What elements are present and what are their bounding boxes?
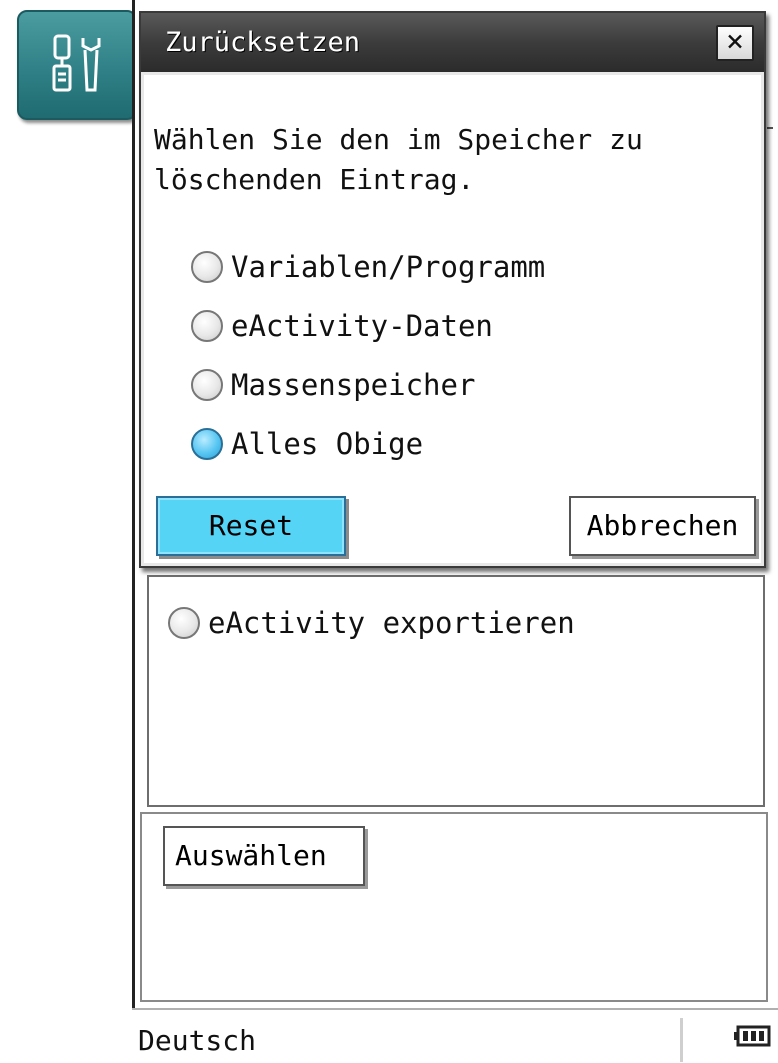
reset-dialog: Zurücksetzen × Wählen Sie den im Speiche… — [139, 11, 766, 568]
close-icon: × — [725, 24, 745, 59]
language-label: Deutsch — [138, 1024, 257, 1057]
option-radio-selected[interactable] — [191, 428, 223, 460]
tools-icon — [52, 34, 101, 92]
cancel-button[interactable]: Abbrechen — [569, 496, 756, 556]
export-option[interactable]: eActivity exportieren — [168, 605, 575, 641]
reset-button[interactable]: Reset — [156, 496, 346, 556]
option-all-above[interactable]: Alles Obige — [191, 424, 423, 464]
option-label: Alles Obige — [231, 427, 424, 461]
option-eactivity-data[interactable]: eActivity-Daten — [191, 306, 493, 346]
option-variables-program[interactable]: Variablen/Programm — [191, 247, 545, 287]
export-option-label: eActivity exportieren — [208, 606, 575, 640]
option-label: Variablen/Programm — [231, 250, 546, 284]
dialog-title: Zurücksetzen — [165, 27, 361, 58]
dialog-title-bar: Zurücksetzen — [141, 13, 764, 72]
dialog-prompt: Wählen Sie den im Speicher zu löschenden… — [154, 123, 643, 196]
battery-icon — [734, 1025, 771, 1047]
close-button[interactable]: × — [716, 25, 754, 61]
app-tools-icon[interactable] — [17, 10, 137, 120]
option-radio[interactable] — [191, 369, 223, 401]
status-bar: Deutsch — [132, 1008, 778, 1063]
status-separator — [680, 1018, 683, 1062]
export-radio[interactable] — [168, 607, 200, 639]
scroll-marker — [767, 127, 773, 129]
option-radio[interactable] — [191, 251, 223, 283]
option-label: Massenspeicher — [231, 368, 476, 402]
option-radio[interactable] — [191, 310, 223, 342]
option-label: eActivity-Daten — [231, 309, 493, 343]
choose-button[interactable]: Auswählen — [163, 826, 365, 886]
option-mass-storage[interactable]: Massenspeicher — [191, 365, 475, 405]
